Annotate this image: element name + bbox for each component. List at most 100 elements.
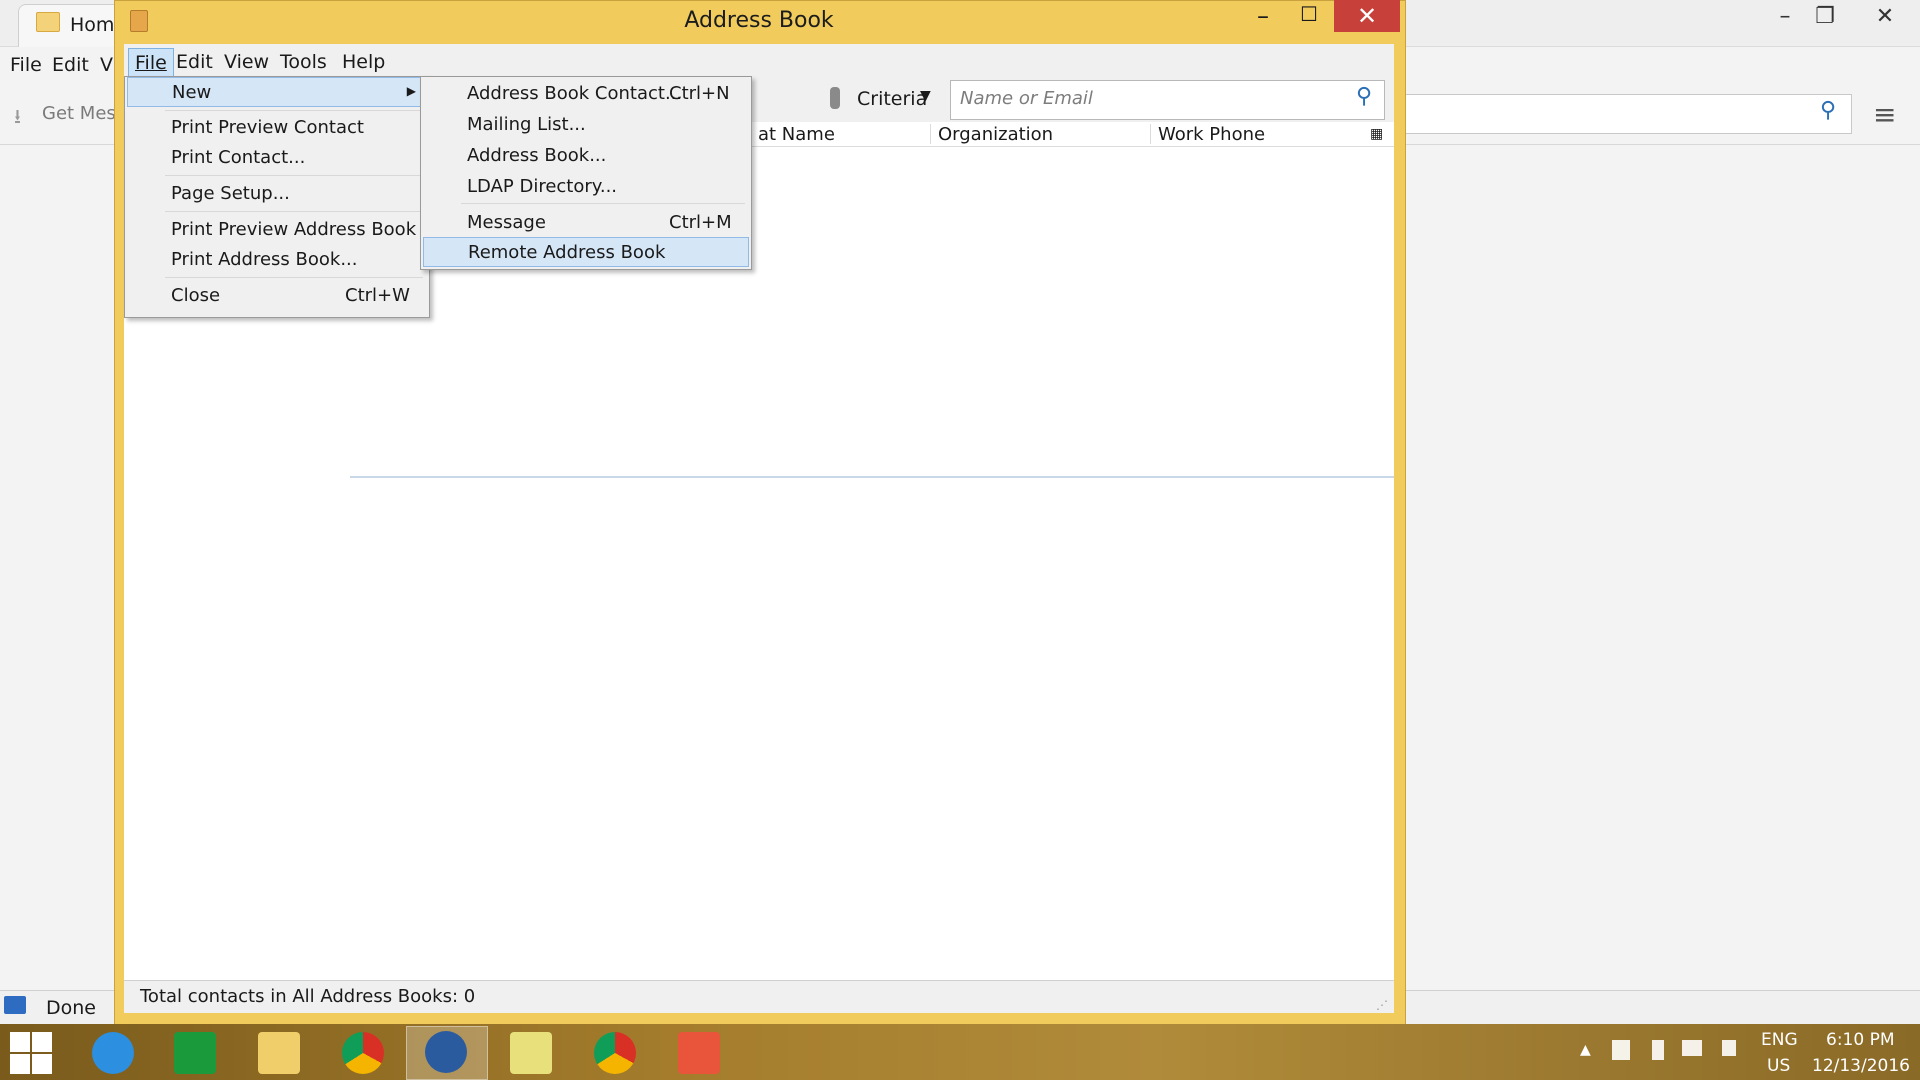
battery-icon[interactable] <box>1652 1040 1664 1060</box>
store-icon <box>174 1032 216 1074</box>
search-placeholder[interactable]: Name or Email <box>960 88 1093 109</box>
menu-item-print-preview-contact[interactable]: Print Preview Contact <box>127 113 427 141</box>
background-close-button[interactable]: ✕ <box>1860 4 1910 34</box>
menu-tools-label: Tools <box>280 51 327 73</box>
download-icon: ⭳ <box>14 104 21 128</box>
taskbar-chrome-2[interactable] <box>574 1026 654 1078</box>
volume-icon[interactable] <box>1722 1040 1736 1056</box>
minimize-button[interactable]: – <box>1240 2 1286 32</box>
menu-separator <box>165 110 423 111</box>
menu-separator <box>461 203 745 204</box>
taskbar-chrome[interactable] <box>322 1026 402 1078</box>
criteria-button[interactable]: Criteria <box>857 88 927 110</box>
menu-item-new[interactable]: New ▶ <box>127 77 427 107</box>
clock-time[interactable]: 6:10 PM <box>1826 1030 1895 1050</box>
menu-separator <box>165 211 423 212</box>
menu-view[interactable]: View <box>218 48 275 76</box>
close-button[interactable]: ✕ <box>1334 0 1400 32</box>
menu-item-label: Address Book... <box>467 145 607 166</box>
start-button[interactable] <box>8 1030 52 1074</box>
search-icon[interactable]: ⚲ <box>1356 84 1372 109</box>
menu-item-close[interactable]: Close Ctrl+W <box>127 281 427 309</box>
windows-logo-icon <box>32 1032 52 1052</box>
menu-item-message[interactable]: Message Ctrl+M <box>423 208 749 236</box>
column-separator[interactable] <box>1150 124 1151 144</box>
menu-item-label: New <box>172 82 212 103</box>
taskbar-internet-explorer[interactable] <box>72 1026 152 1078</box>
taskbar-screen-recorder[interactable] <box>658 1026 738 1078</box>
column-separator[interactable] <box>930 124 931 144</box>
network-status-icon <box>4 996 26 1014</box>
language-region[interactable]: US <box>1767 1056 1790 1076</box>
menu-item-label: LDAP Directory... <box>467 176 618 197</box>
menu-item-ldap-directory[interactable]: LDAP Directory... <box>423 172 749 200</box>
menu-item-label: Close <box>171 285 221 306</box>
contact-detail-pane <box>350 478 1394 980</box>
menu-item-label: Print Address Book... <box>171 249 358 270</box>
menu-edit-label: Edit <box>176 51 213 73</box>
column-header-work-phone[interactable]: Work Phone <box>1158 124 1265 145</box>
status-text: Total contacts in All Address Books: 0 <box>140 986 476 1007</box>
background-menu-file[interactable]: File <box>10 54 42 76</box>
background-status-text: Done <box>46 997 96 1019</box>
network-icon[interactable] <box>1682 1040 1702 1056</box>
menu-separator <box>165 277 423 278</box>
column-header-organization[interactable]: Organization <box>938 124 1053 145</box>
background-search-input[interactable] <box>1404 94 1852 134</box>
chrome-icon <box>594 1032 636 1074</box>
folder-icon <box>36 12 60 32</box>
menu-help-label: Help <box>342 51 386 73</box>
menu-item-accelerator: Ctrl+N <box>669 83 730 104</box>
menu-help[interactable]: Help <box>336 48 391 76</box>
camera-icon <box>678 1032 720 1074</box>
language-indicator[interactable]: ENG <box>1761 1030 1798 1050</box>
taskbar-store[interactable] <box>154 1026 234 1078</box>
menu-file-label: File <box>135 52 167 74</box>
chrome-icon <box>342 1032 384 1074</box>
get-messages-button[interactable]: Get Mess <box>42 103 125 124</box>
column-picker-icon[interactable]: ▦ <box>1370 126 1383 142</box>
submenu-arrow-icon: ▶ <box>406 84 416 98</box>
window-title: Address Book <box>684 8 834 33</box>
menu-item-page-setup[interactable]: Page Setup... <box>127 179 427 207</box>
thunderbird-icon <box>425 1031 467 1073</box>
internet-explorer-icon <box>92 1032 134 1074</box>
key-icon <box>830 87 840 109</box>
maximize-button[interactable]: ☐ <box>1286 2 1332 32</box>
menu-file[interactable]: File <box>128 48 174 78</box>
background-menu-edit[interactable]: Edit <box>52 54 89 76</box>
menu-item-label: Message <box>467 212 546 233</box>
menu-item-label: Address Book Contact... <box>467 83 683 104</box>
menu-item-print-preview-address-book[interactable]: Print Preview Address Book <box>127 215 427 243</box>
menu-edit[interactable]: Edit <box>170 48 219 76</box>
clock-date[interactable]: 12/13/2016 <box>1812 1056 1910 1076</box>
search-icon[interactable]: ⚲ <box>1820 98 1836 123</box>
background-restore-button[interactable]: ❐ <box>1800 4 1850 34</box>
menu-view-label: View <box>224 51 270 73</box>
taskbar-thunderbird[interactable] <box>406 1026 488 1080</box>
windows-logo-icon <box>10 1054 30 1074</box>
menu-item-address-book-contact[interactable]: Address Book Contact... Ctrl+N <box>423 79 749 107</box>
taskbar-sticky-notes[interactable] <box>490 1026 570 1078</box>
taskbar-file-explorer[interactable] <box>238 1026 318 1078</box>
menu-item-remote-address-book[interactable]: Remote Address Book <box>423 237 749 267</box>
menu-separator <box>165 175 423 176</box>
menu-item-print-contact[interactable]: Print Contact... <box>127 143 427 171</box>
new-submenu: Address Book Contact... Ctrl+N Mailing L… <box>420 76 752 270</box>
resize-grip-icon[interactable]: ⋰ <box>1376 998 1388 1012</box>
menu-item-label: Page Setup... <box>171 183 290 204</box>
menu-item-accelerator: Ctrl+M <box>669 212 732 233</box>
column-header-name[interactable]: at Name <box>758 124 835 145</box>
menu-item-label: Remote Address Book <box>468 242 666 263</box>
hamburger-menu-icon[interactable]: ≡ <box>1873 98 1896 131</box>
menu-item-label: Print Preview Contact <box>171 117 364 138</box>
menu-item-address-book[interactable]: Address Book... <box>423 141 749 169</box>
windows-logo-icon <box>10 1032 30 1052</box>
show-hidden-icons-icon[interactable]: ▲ <box>1580 1042 1591 1058</box>
action-center-flag-icon[interactable] <box>1612 1040 1630 1060</box>
menu-item-print-address-book[interactable]: Print Address Book... <box>127 245 427 273</box>
menu-tools[interactable]: Tools <box>274 48 333 76</box>
menu-item-accelerator: Ctrl+W <box>345 285 410 306</box>
menu-item-mailing-list[interactable]: Mailing List... <box>423 110 749 138</box>
chevron-down-icon[interactable]: ▼ <box>920 88 931 104</box>
